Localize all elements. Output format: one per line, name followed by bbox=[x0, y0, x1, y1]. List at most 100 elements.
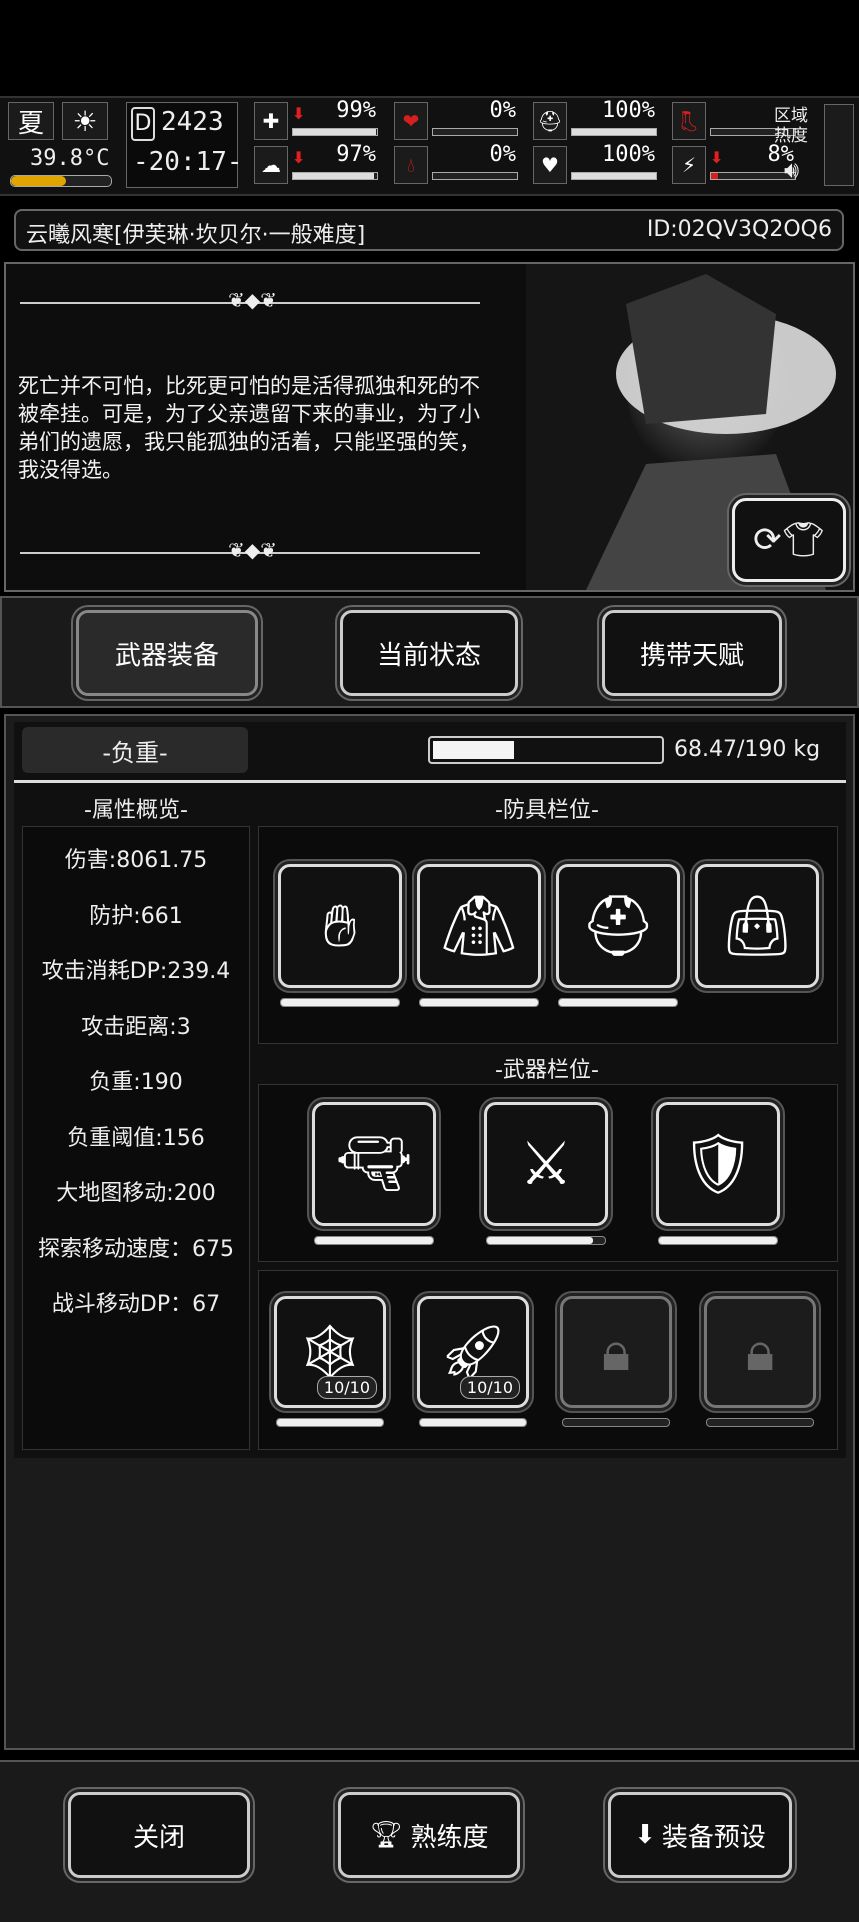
zone-heat[interactable]: 区域 热度 🔊︎ bbox=[774, 102, 822, 188]
rocket-icon: 🚀︎ bbox=[438, 1320, 508, 1383]
consumables-slot[interactable]: 🔒︎ bbox=[560, 1296, 672, 1408]
day-badge-icon: D bbox=[131, 107, 155, 141]
stat-value: 0% bbox=[489, 142, 517, 167]
durability-bar bbox=[486, 1236, 606, 1245]
attribute-item: 探索移动速度：675 bbox=[38, 1236, 234, 1262]
stat-value: 97% bbox=[336, 142, 376, 167]
durability-bar bbox=[562, 1418, 670, 1427]
attribute-item: 战斗移动DP：67 bbox=[51, 1292, 221, 1317]
consumables-slot[interactable]: 🕸︎ 10/10 bbox=[274, 1296, 386, 1408]
stat-bar bbox=[292, 172, 378, 180]
attributes-header: -属性概览- bbox=[84, 798, 188, 823]
heart-icon: ♥ bbox=[533, 146, 567, 184]
durability-bar bbox=[314, 1236, 434, 1245]
tab-label: 携带天赋 bbox=[639, 640, 744, 671]
helmet-icon: ⛑︎ bbox=[580, 892, 656, 961]
trophy-icon: 🏆︎ bbox=[369, 1820, 403, 1850]
armor-header: -防具栏位- bbox=[495, 798, 599, 823]
ornament-icon: ❦◆❦ bbox=[228, 538, 277, 562]
stat-bar bbox=[571, 128, 657, 136]
story-text: 死亡并不可怕，比死更可怕的是活得孤独和死的不被牵挂。可是，为了父亲遗留下来的事业… bbox=[18, 374, 480, 482]
brain-icon: ☁ bbox=[254, 146, 288, 184]
attribute-item: 大地图移动:200 bbox=[56, 1181, 216, 1206]
tab-talents[interactable]: 携带天赋 bbox=[602, 610, 782, 696]
sniper-rifle-icon: 🔫︎ bbox=[336, 1130, 412, 1199]
consumables-slot[interactable]: 🚀︎ 10/10 bbox=[417, 1296, 529, 1408]
load-value: 68.47/190 kg bbox=[674, 737, 821, 762]
lock-icon: 🔒︎ bbox=[601, 1320, 631, 1383]
consumables-slot[interactable]: 🔒︎ bbox=[704, 1296, 816, 1408]
tab-current-status[interactable]: 当前状态 bbox=[340, 610, 518, 696]
zone-heat-label: 区域 热度 bbox=[774, 106, 808, 146]
speaker-icon: 🔊︎ bbox=[784, 156, 800, 184]
armor-slot[interactable]: ⛑︎ bbox=[556, 864, 680, 988]
armor-slot[interactable]: ✋︎ bbox=[278, 864, 402, 988]
item-count: 10/10 bbox=[459, 1376, 520, 1399]
load-label: -负重- bbox=[22, 727, 248, 773]
weapons-slot[interactable]: 🔫︎ bbox=[312, 1102, 436, 1226]
blood-drop-icon: 💧︎ bbox=[394, 146, 428, 184]
tab-label: 武器装备 bbox=[114, 640, 219, 671]
preset-icon: ⬇︎ bbox=[634, 1820, 656, 1850]
day-counter: 2423 bbox=[161, 107, 224, 137]
stat-bar bbox=[432, 128, 518, 136]
character-story-panel: ❦◆❦ 死亡并不可怕，比死更可怕的是活得孤独和死的不被牵挂。可是，为了父亲遗留下… bbox=[4, 262, 855, 592]
durability-bar bbox=[558, 998, 678, 1007]
attribute-item: 伤害:8061.75 bbox=[64, 848, 208, 873]
proficiency-label: 熟练度 bbox=[410, 1822, 489, 1853]
attribute-item: 攻击消耗DP:239.4 bbox=[41, 959, 231, 984]
attribute-item: 攻击距离:3 bbox=[81, 1014, 191, 1040]
time-display: -20:17- bbox=[133, 147, 243, 177]
stat-bar bbox=[432, 172, 518, 180]
stomach-icon: ❤ bbox=[394, 102, 428, 140]
durability-bar bbox=[280, 998, 400, 1007]
stat-value: 100% bbox=[602, 98, 655, 123]
tab-weapon-equipment[interactable]: 武器装备 bbox=[76, 610, 258, 696]
tab-label: 当前状态 bbox=[376, 640, 481, 671]
outfit-swap-icon: ⟳👕︎ bbox=[753, 520, 825, 560]
shield-head-icon: ⛑ bbox=[533, 102, 567, 140]
weapons-slot[interactable]: 🛡︎ bbox=[656, 1102, 780, 1226]
weapons-header: -武器栏位- bbox=[495, 1058, 599, 1083]
attribute-item: 防护:661 bbox=[89, 903, 183, 929]
close-button[interactable]: 关闭 bbox=[68, 1792, 250, 1878]
duffel-bag-icon: 👜︎ bbox=[719, 892, 795, 961]
season-indicator: 夏 bbox=[8, 102, 54, 140]
zone-heat-meter bbox=[824, 104, 854, 186]
load-bar bbox=[428, 736, 664, 764]
durability-bar bbox=[658, 1236, 778, 1245]
temperature-bar bbox=[10, 175, 112, 187]
stat-value: 100% bbox=[602, 142, 655, 167]
season-label: 夏 bbox=[17, 108, 44, 139]
ornament-icon: ❦◆❦ bbox=[228, 288, 277, 312]
durability-bar bbox=[419, 1418, 527, 1427]
status-hud: 夏 ☀ 39.8°C D 2423 -20:17- ✚ ⬇ 99% ❤ 0% ⛑ 100% 👢… bbox=[0, 96, 859, 196]
character-name: 云曦风寒[伊芙琳·坎贝尔·一般难度] bbox=[26, 223, 366, 248]
gloves-icon: ✋︎ bbox=[323, 891, 357, 961]
temperature-readout: 39.8°C bbox=[30, 146, 110, 171]
stat-bar bbox=[292, 128, 378, 136]
net-trap-icon: 🕸︎ bbox=[295, 1320, 365, 1383]
weapons-slot[interactable]: ⚔︎ bbox=[484, 1102, 608, 1226]
lock-icon: 🔒︎ bbox=[745, 1320, 775, 1383]
load-divider bbox=[14, 780, 846, 783]
attribute-item: 负重阈值:156 bbox=[67, 1125, 205, 1151]
proficiency-button[interactable]: 🏆︎ 熟练度 bbox=[338, 1792, 520, 1878]
stamina-icon: ⚡︎ bbox=[672, 146, 706, 184]
stat-bar bbox=[571, 172, 657, 180]
stat-value: 0% bbox=[489, 98, 517, 123]
armored-shield-icon: 🛡︎ bbox=[680, 1130, 756, 1199]
armor-slot[interactable]: 👜︎ bbox=[695, 864, 819, 988]
durability-bar bbox=[706, 1418, 814, 1427]
item-count: 10/10 bbox=[316, 1376, 377, 1399]
stat-value: 99% bbox=[336, 98, 376, 123]
equipment-preset-button[interactable]: ⬇︎ 装备预设 bbox=[608, 1792, 792, 1878]
character-id: ID:02QV3Q2OQ6 bbox=[646, 217, 832, 242]
medkit-icon: ✚ bbox=[254, 102, 288, 140]
close-label: 关闭 bbox=[132, 1822, 185, 1853]
durability-bar bbox=[419, 998, 539, 1007]
change-outfit-button[interactable]: ⟳👕︎ bbox=[732, 498, 846, 582]
preset-label: 装备预设 bbox=[661, 1822, 766, 1853]
armor-slot[interactable]: 🧥︎ bbox=[417, 864, 541, 988]
attribute-item: 负重:190 bbox=[89, 1070, 183, 1095]
